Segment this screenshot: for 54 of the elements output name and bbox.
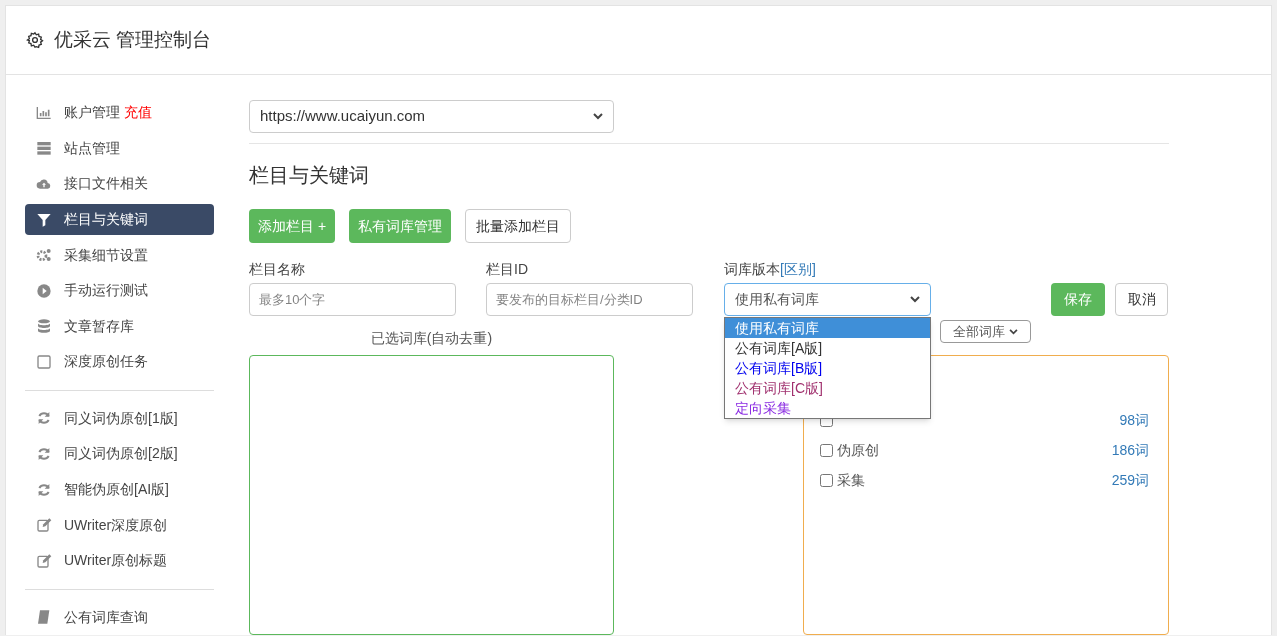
sidebar-item[interactable]: 智能伪原创[AI版]	[25, 474, 214, 505]
chevron-down-icon	[593, 113, 603, 120]
database-icon	[36, 318, 52, 335]
checkbox[interactable]	[820, 443, 833, 457]
sidebar-item[interactable]: 同义词伪原创[1版]	[25, 403, 214, 434]
difference-link[interactable]: [区别]	[780, 259, 816, 279]
section-title: 栏目与关键词	[249, 163, 370, 188]
library-filter-select[interactable]: 全部词库	[940, 320, 1031, 343]
filter-icon	[36, 211, 52, 228]
checkbox[interactable]	[820, 473, 833, 487]
sidebar-item[interactable]: 接口文件相关	[25, 168, 214, 200]
field-label: 词库版本	[724, 260, 780, 279]
edit-icon	[36, 552, 52, 569]
edit-icon	[36, 517, 52, 534]
version-select[interactable]: 使用私有词库	[724, 283, 931, 316]
panel-title: 已选词库(自动去重)	[369, 329, 494, 348]
library-name: 采集	[837, 470, 865, 490]
site-select[interactable]: https://www.ucaiyun.com	[249, 100, 614, 134]
sidebar-item[interactable]: 手动运行测试	[25, 275, 214, 306]
word-count: 98词	[1119, 410, 1149, 430]
sidebar-item[interactable]: 公有词库查询	[25, 602, 214, 633]
dropdown-option[interactable]: 定向采集	[725, 398, 930, 418]
sidebar-item[interactable]: UWriter原创标题	[25, 545, 214, 576]
field-label: 栏目ID	[486, 260, 529, 279]
refresh-icon	[36, 481, 52, 498]
name-input[interactable]: 最多10个字	[249, 283, 456, 316]
sidebar-item[interactable]: 文章暂存库	[25, 310, 214, 342]
sidebar-item[interactable]: UWriter深度原创	[25, 509, 214, 541]
chevron-down-icon	[1009, 328, 1018, 335]
dropdown-option[interactable]: 公有词库[A版]	[725, 338, 930, 358]
server-icon	[36, 140, 52, 157]
refresh-icon	[36, 410, 52, 427]
word-count: 259词	[1111, 470, 1149, 490]
sidebar-item[interactable]: 深度原创任务	[25, 346, 214, 378]
library-name: 伪原创	[837, 440, 879, 460]
field-label: 栏目名称	[249, 260, 306, 279]
chart-icon	[36, 104, 52, 121]
sidebar-item[interactable]: 同义词伪原创[2版]	[25, 438, 214, 470]
gear-icon	[26, 31, 44, 49]
default-button[interactable]: 批量添加栏目	[465, 209, 572, 243]
sidebar-item[interactable]: 账户管理 充值	[25, 97, 214, 129]
id-input[interactable]: 要发布的目标栏目/分类ID	[486, 283, 693, 316]
refresh-icon	[36, 445, 52, 462]
sidebar-item[interactable]: 栏目与关键词	[25, 204, 214, 235]
sidebar-item[interactable]: 站点管理	[25, 133, 214, 164]
word-count: 186词	[1111, 440, 1149, 460]
console-title: 优采云 管理控制台	[54, 27, 212, 52]
sidebar-item[interactable]: 采集细节设置	[25, 239, 214, 271]
recharge-link[interactable]: 充值	[124, 102, 152, 124]
play-icon	[36, 282, 52, 299]
dropdown-option[interactable]: 公有词库[C版]	[725, 378, 930, 398]
cancel-button[interactable]: 取消	[1115, 283, 1168, 316]
dropdown-option[interactable]: 公有词库[B版]	[725, 358, 930, 378]
chevron-down-icon	[910, 296, 920, 303]
